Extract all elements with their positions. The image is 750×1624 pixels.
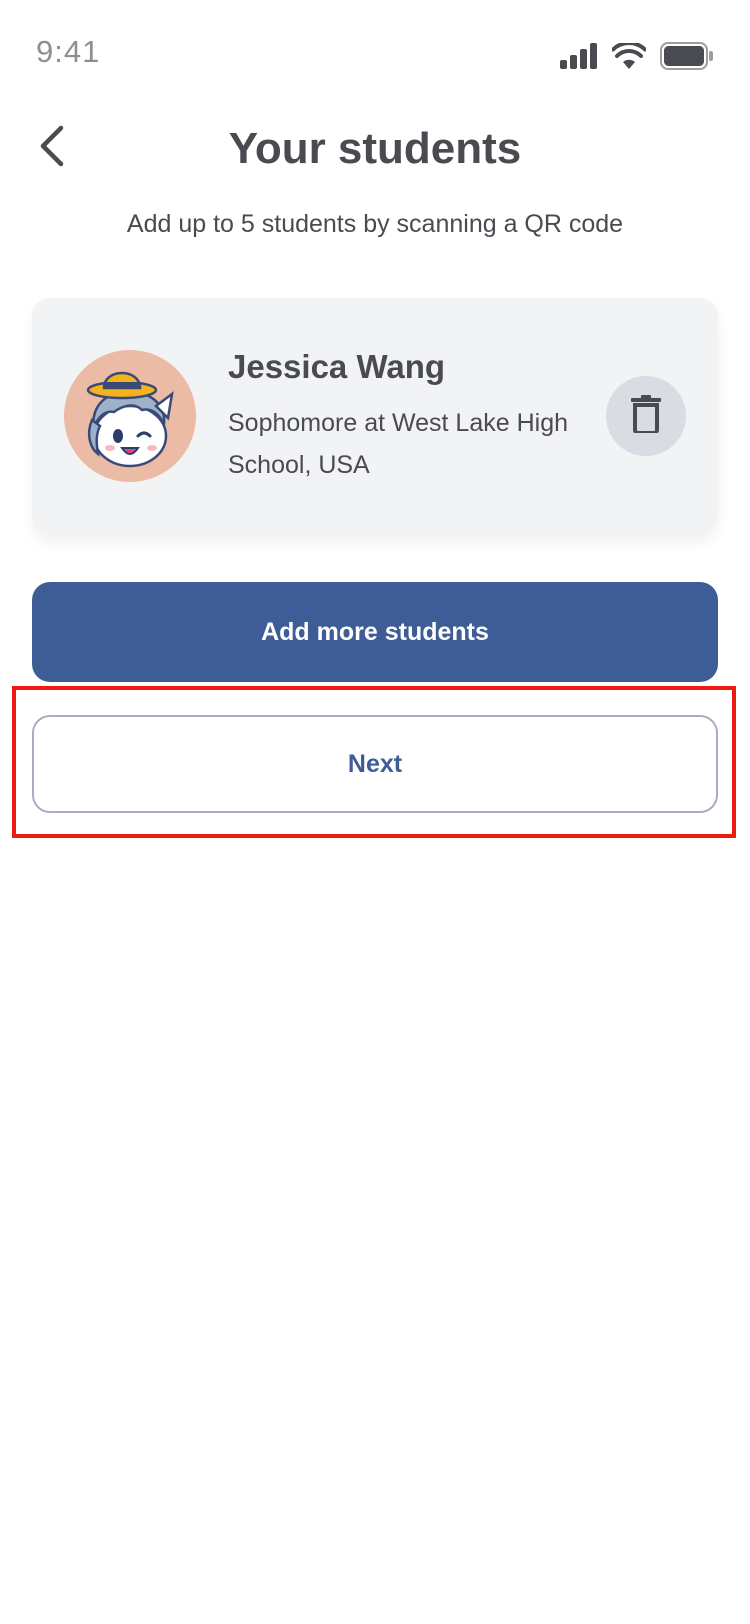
next-button[interactable]: Next: [32, 715, 718, 813]
trash-icon: [631, 394, 661, 438]
student-description: Sophomore at West Lake High School, USA: [228, 409, 569, 479]
student-name: Jessica Wang: [228, 348, 446, 385]
delete-student-button[interactable]: [606, 376, 686, 456]
status-time: 9:41: [36, 34, 101, 69]
wifi-icon: [611, 41, 647, 74]
page-title: Your students: [228, 124, 522, 173]
page-subtitle: Add up to 5 students by scanning a QR co…: [126, 210, 624, 238]
cellular-signal-icon: [560, 43, 598, 74]
add-more-students-button[interactable]: Add more students: [32, 582, 718, 682]
battery-icon: [660, 42, 714, 75]
header: Your students: [0, 110, 750, 200]
unicorn-avatar-icon: [64, 350, 196, 482]
status-icons: [560, 41, 714, 75]
student-card: Jessica Wang Sophomore at West Lake High…: [32, 298, 718, 534]
status-bar: 9:41: [0, 0, 750, 110]
